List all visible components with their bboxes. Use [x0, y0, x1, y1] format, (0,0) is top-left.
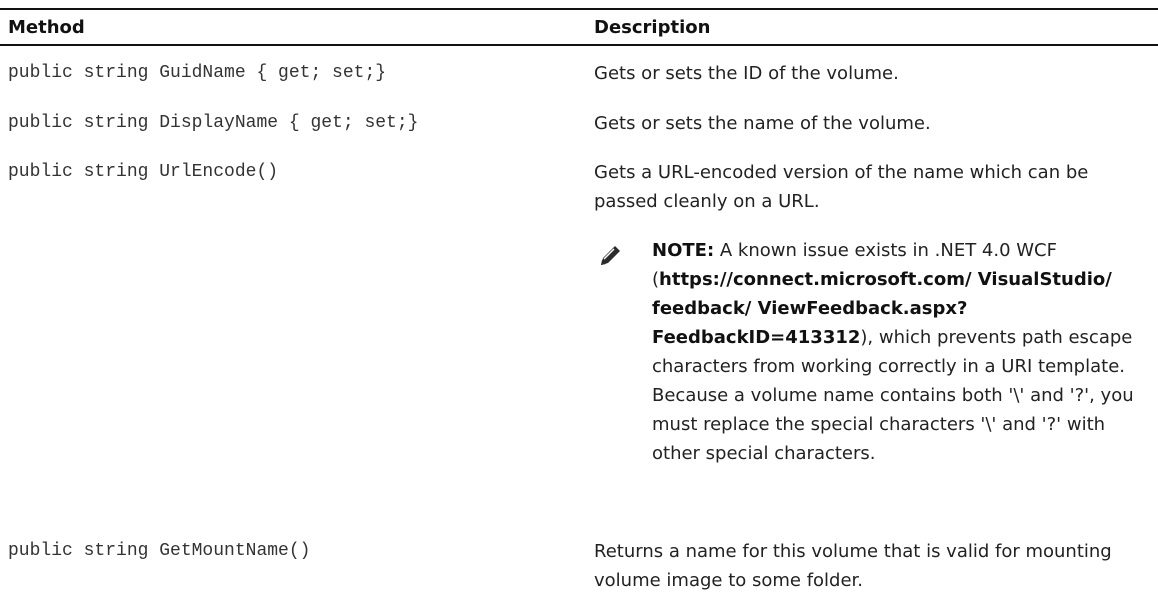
pencil-note-icon	[599, 243, 623, 267]
description-displayname: Gets or sets the name of the volume.	[594, 113, 931, 134]
method-getmountname: public string GetMountName()	[8, 541, 311, 561]
description-urlencode: Gets a URL-encoded version of the name w…	[594, 162, 1089, 212]
description-guidname: Gets or sets the ID of the volume.	[594, 63, 899, 84]
method-displayname: public string DisplayName { get; set;}	[8, 113, 419, 133]
description-getmountname: Returns a name for this volume that is v…	[594, 541, 1112, 591]
table-top-rule	[0, 8, 1158, 10]
table-header-rule	[0, 44, 1158, 46]
header-description: Description	[594, 17, 711, 38]
header-method: Method	[8, 17, 85, 38]
note-label: NOTE:	[652, 240, 715, 261]
method-urlencode: public string UrlEncode()	[8, 162, 279, 182]
note-block: NOTE: A known issue exists in .NET 4.0 W…	[652, 236, 1152, 468]
method-guidname: public string GuidName { get; set;}	[8, 63, 387, 83]
